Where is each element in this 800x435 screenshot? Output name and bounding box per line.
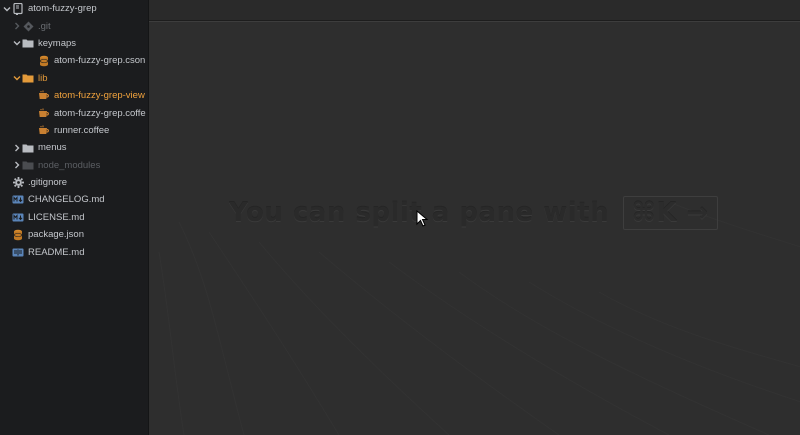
tree-item-label: README.md: [28, 246, 85, 258]
tree-file-item[interactable]: LICENSE.md: [0, 209, 148, 226]
tree-item-label: .git: [38, 20, 51, 32]
tree-file-item[interactable]: package.json: [0, 226, 148, 243]
tree-item-label: runner.coffee: [54, 124, 110, 136]
split-pane-hint: You can split a pane with ⌘K →: [229, 196, 718, 230]
tree-item-label: package.json: [28, 229, 84, 241]
tree-item-label: LICENSE.md: [28, 211, 85, 223]
chevron-down-icon[interactable]: [12, 73, 22, 83]
database-file-icon: [38, 55, 50, 67]
tree-item-list: .git keymaps atom-fuzzy-grep.cson lib atom-f…: [0, 17, 148, 260]
tree-folder-item[interactable]: node_modules: [0, 157, 148, 174]
tree-item-label: atom-fuzzy-grep-view: [54, 90, 145, 102]
folder-icon: [22, 37, 34, 49]
mouse-pointer-icon: [416, 210, 429, 227]
chevron-right-icon[interactable]: [12, 21, 22, 31]
tree-folder-item[interactable]: .git: [0, 17, 148, 34]
tree-file-item[interactable]: README.md: [0, 243, 148, 260]
tree-file-item[interactable]: atom-fuzzy-grep.coffe: [0, 104, 148, 121]
coffee-file-icon: [38, 90, 50, 102]
tree-file-item[interactable]: CHANGELOG.md: [0, 191, 148, 208]
tree-file-item[interactable]: .gitignore: [0, 174, 148, 191]
tree-item-label: node_modules: [38, 159, 101, 171]
chevron-right-icon[interactable]: [12, 160, 22, 170]
tree-folder-item[interactable]: keymaps: [0, 35, 148, 52]
tree-file-item[interactable]: atom-fuzzy-grep-view: [0, 87, 148, 104]
tree-root[interactable]: atom-fuzzy-grep: [0, 0, 148, 17]
keybinding-badge: ⌘K →: [622, 196, 718, 230]
tree-view[interactable]: atom-fuzzy-grep .git keymaps atom-fuzzy-gr…: [0, 0, 149, 435]
chevron-right-icon[interactable]: [12, 143, 22, 153]
project-root-label: atom-fuzzy-grep: [28, 3, 97, 15]
tree-file-item[interactable]: atom-fuzzy-grep.cson: [0, 52, 148, 69]
repo-icon: [12, 2, 24, 15]
markdown-icon: [12, 211, 24, 223]
database-file-icon: [12, 229, 24, 241]
tree-folder-item[interactable]: menus: [0, 139, 148, 156]
tree-item-label: menus: [38, 142, 67, 154]
tree-item-label: atom-fuzzy-grep.cson: [54, 55, 146, 67]
chevron-down-icon[interactable]: [12, 38, 22, 48]
editor-pane[interactable]: You can split a pane with ⌘K →: [149, 0, 800, 435]
tree-file-item[interactable]: runner.coffee: [0, 122, 148, 139]
gear-icon: [12, 177, 24, 189]
chevron-down-icon[interactable]: [2, 4, 12, 14]
folder-icon: [22, 159, 34, 171]
tree-item-label: atom-fuzzy-grep.coffe: [54, 107, 146, 119]
book-icon: [12, 246, 24, 258]
tree-item-label: .gitignore: [28, 177, 68, 189]
atom-window: atom-fuzzy-grep .git keymaps atom-fuzzy-gr…: [0, 0, 800, 435]
folder-icon: [22, 72, 34, 84]
tree-folder-item[interactable]: lib: [0, 70, 148, 87]
tab-bar[interactable]: [149, 0, 800, 22]
markdown-icon: [12, 194, 24, 206]
coffee-file-icon: [38, 124, 50, 136]
tree-item-label: CHANGELOG.md: [28, 194, 105, 206]
git-icon: [22, 20, 34, 32]
folder-icon: [22, 142, 34, 154]
tab-bar-divider: [149, 20, 800, 21]
tree-item-label: keymaps: [38, 37, 77, 49]
coffee-file-icon: [38, 107, 50, 119]
tree-item-label: lib: [38, 72, 48, 84]
